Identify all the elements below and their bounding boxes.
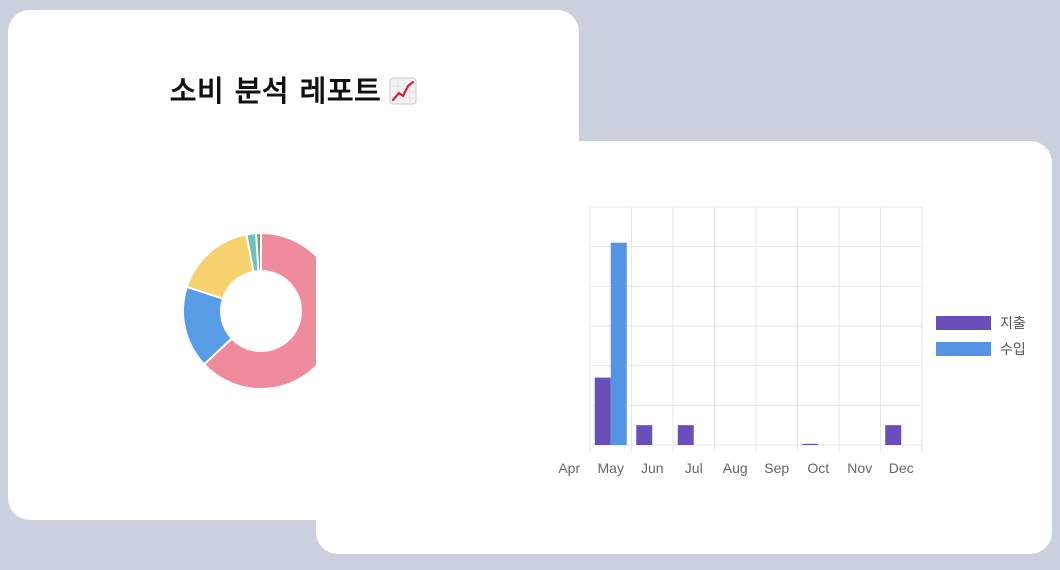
page-title: 소비 분석 레포트	[8, 68, 579, 110]
legend-label: 지출	[1000, 316, 1026, 332]
bar-income[interactable]	[610, 242, 627, 445]
x-tick-label: Dec	[889, 460, 914, 476]
bar-legend-item[interactable]: 지출	[936, 316, 1026, 332]
legend-swatch	[936, 316, 991, 330]
x-tick-label: Apr	[558, 460, 580, 476]
bar-legend-item[interactable]: 수입	[936, 342, 1026, 358]
report-title-text: 소비 분석 레포트	[169, 74, 382, 108]
monthly-bar-chart: Apr May Jun Jul Aug Sep Oct Nov Dec 지출수입	[558, 206, 1026, 476]
monthly-chart-card: Apr May Jun Jul Aug Sep Oct Nov Dec 지출수입	[316, 141, 1052, 554]
legend-swatch	[936, 342, 991, 356]
x-tick-label: Aug	[723, 460, 748, 476]
bar-expense[interactable]	[594, 377, 611, 445]
bar-expense[interactable]	[636, 425, 653, 445]
x-tick-label: Oct	[807, 460, 829, 476]
x-tick-label: Sep	[764, 460, 789, 476]
x-tick-label: Jul	[685, 460, 703, 476]
doughnut-slice-3[interactable]	[185, 233, 255, 300]
bar-expense[interactable]	[677, 425, 694, 445]
x-tick-label: May	[598, 460, 624, 476]
legend-label: 수입	[1000, 342, 1026, 358]
chart-grid	[589, 206, 923, 452]
chart-increasing-icon	[389, 77, 417, 105]
x-tick-label: Jun	[641, 460, 664, 476]
bar-expense[interactable]	[885, 425, 902, 445]
x-tick-label: Nov	[847, 460, 872, 476]
bar-expense[interactable]	[802, 443, 819, 445]
